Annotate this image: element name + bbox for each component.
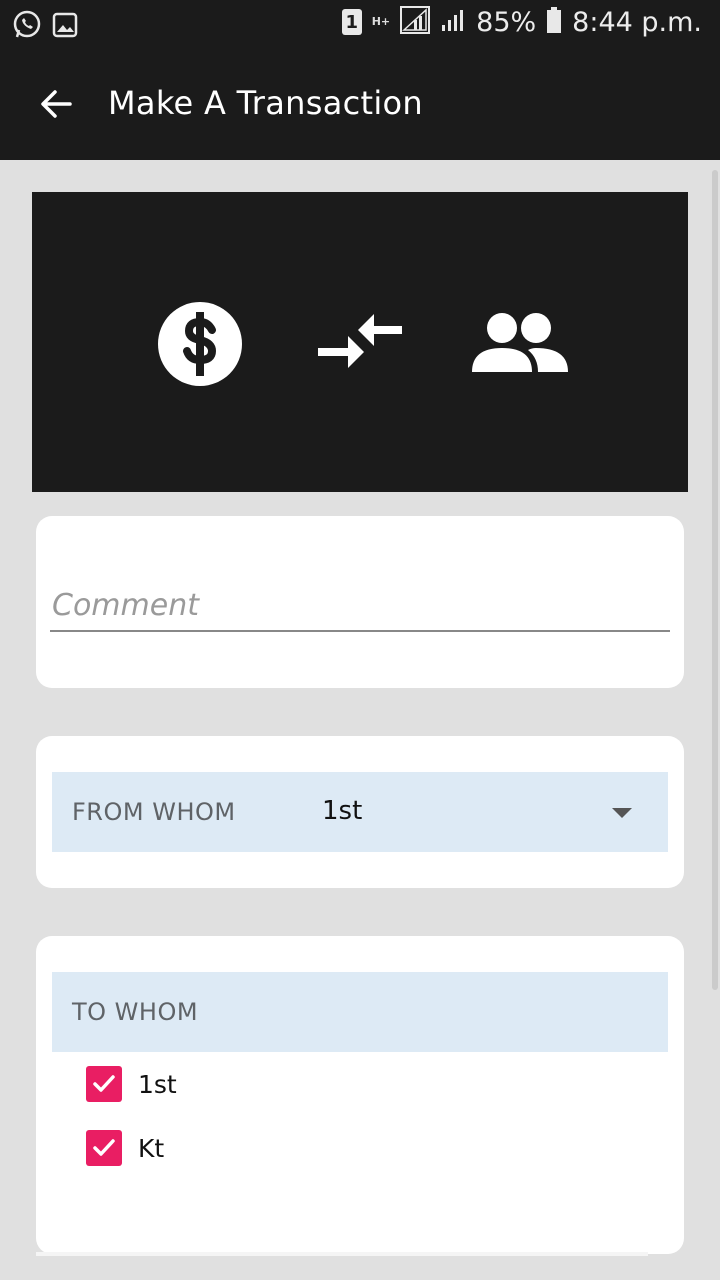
dollar-circle-icon[interactable]: [158, 302, 242, 390]
to-whom-option[interactable]: 1st: [86, 1066, 177, 1102]
clock: 8:44 p.m.: [572, 6, 702, 38]
to-whom-card: TO WHOM 1st Kt: [36, 936, 684, 1254]
transfer-arrows-icon[interactable]: [318, 312, 404, 378]
signal-icon: [400, 6, 431, 38]
check-icon: [93, 1075, 115, 1092]
comment-input[interactable]: [50, 580, 670, 632]
people-icon[interactable]: [472, 312, 568, 378]
option-label: 1st: [138, 1069, 177, 1099]
gallery-icon: [52, 12, 78, 42]
network-type: H+: [371, 15, 391, 28]
dropdown-arrow-icon: [612, 808, 632, 818]
divider: [36, 1252, 648, 1256]
battery-percent: 85%: [476, 6, 537, 38]
whatsapp-icon: [12, 10, 42, 44]
from-whom-value: 1st: [322, 796, 363, 826]
arrow-back-icon: [38, 86, 74, 126]
signal-icon: [440, 7, 466, 37]
option-label: Kt: [138, 1133, 165, 1163]
sim-icon: 1: [341, 9, 362, 35]
status-bar: 1 H+ 85% 8:44 p.m.: [0, 0, 720, 50]
to-whom-label: TO WHOM: [72, 998, 199, 1026]
checkbox[interactable]: [86, 1066, 122, 1102]
to-whom-option[interactable]: Kt: [86, 1130, 164, 1166]
comment-card: [36, 516, 684, 688]
from-whom-card: FROM WHOM 1st: [36, 736, 684, 888]
scrollbar[interactable]: [712, 170, 718, 990]
to-whom-header: TO WHOM: [52, 972, 668, 1052]
transaction-type-banner: [32, 192, 688, 492]
page-title: Make A Transaction: [108, 84, 423, 122]
from-whom-label: FROM WHOM: [72, 798, 236, 826]
check-icon: [93, 1139, 115, 1156]
from-whom-spinner[interactable]: FROM WHOM 1st: [52, 772, 668, 852]
back-button[interactable]: [34, 84, 78, 128]
battery-icon: [546, 6, 562, 38]
app-bar: Make A Transaction: [0, 50, 720, 160]
checkbox[interactable]: [86, 1130, 122, 1166]
